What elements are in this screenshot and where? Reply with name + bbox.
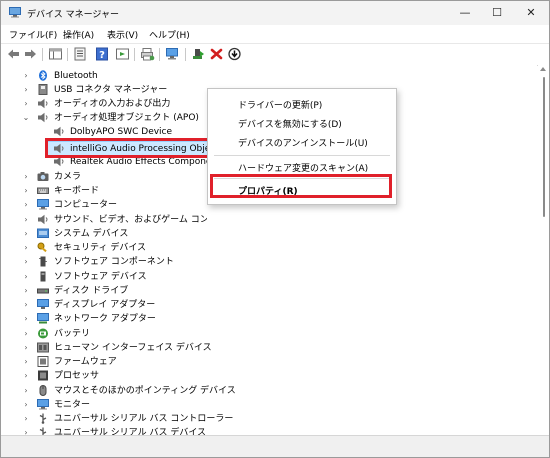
scrollbar-thumb[interactable] [543, 77, 545, 217]
properties-icon[interactable] [73, 47, 88, 61]
toolbar: ? [1, 43, 549, 66]
network-adapter-icon [37, 313, 49, 324]
add-driver-icon[interactable] [191, 47, 206, 61]
status-bar [1, 435, 549, 457]
mouse-icon [39, 385, 47, 396]
software-component-icon [39, 256, 47, 267]
computer-icon [37, 199, 49, 210]
security-key-icon [37, 242, 47, 253]
software-device-icon [40, 271, 46, 282]
scan-hardware-icon[interactable] [165, 47, 180, 61]
menu-file[interactable]: ファイル(F) [9, 28, 57, 41]
svg-text:?: ? [99, 50, 105, 61]
tree-node-processors[interactable]: › プロセッサ [1, 368, 537, 384]
chevron-right-icon[interactable]: › [21, 311, 31, 327]
tree-node-label: ソフトウェア コンポーネント [54, 257, 174, 267]
context-menu-separator [214, 155, 390, 156]
chevron-right-icon[interactable]: › [21, 425, 31, 435]
toolbar-separator [185, 48, 186, 61]
tree-node-network-adapters[interactable]: › ネットワーク アダプター [1, 311, 537, 327]
show-tree-icon[interactable] [48, 47, 63, 61]
toolbar-separator [159, 48, 160, 61]
tree-node-label: ネットワーク アダプター [54, 314, 156, 324]
processor-icon [38, 370, 48, 381]
context-menu-update-driver[interactable]: ドライバーの更新(P) [238, 98, 322, 111]
toolbar-separator [67, 48, 68, 61]
monitor-icon [37, 399, 49, 410]
maximize-button[interactable]: ☐ [481, 1, 513, 25]
window-title: デバイス マネージャー [27, 10, 119, 20]
firmware-icon [37, 356, 49, 367]
sound-icon [38, 214, 48, 225]
camera-icon [37, 172, 49, 181]
context-menu-scan-hardware[interactable]: ハードウェア変更のスキャン(A) [238, 161, 368, 174]
usb-controller-icon [39, 413, 47, 424]
update-driver-icon[interactable] [227, 47, 242, 61]
tree-node-software-components[interactable]: › ソフトウェア コンポーネント [1, 254, 207, 270]
keyboard-icon [37, 187, 49, 194]
speaker-icon [38, 98, 48, 109]
speaker-icon [54, 126, 64, 137]
chevron-right-icon[interactable]: › [21, 368, 31, 384]
maximize-icon: ☐ [492, 6, 502, 19]
view-icon[interactable] [115, 47, 130, 61]
menu-action[interactable]: 操作(A) [63, 28, 94, 41]
vertical-scrollbar[interactable] [538, 65, 549, 435]
usb-connector-icon [38, 84, 48, 95]
menu-help[interactable]: ヘルプ(H) [149, 28, 190, 41]
close-icon: ✕ [526, 6, 536, 19]
battery-icon [38, 328, 48, 339]
context-menu-uninstall-device[interactable]: デバイスのアンインストール(U) [238, 136, 368, 149]
scroll-up-icon[interactable] [540, 67, 546, 71]
highlight-box-selected-device [45, 138, 215, 158]
toolbar-separator [134, 48, 135, 61]
chevron-right-icon[interactable]: › [21, 254, 31, 270]
close-button[interactable]: ✕ [515, 1, 547, 25]
minimize-icon: — [459, 6, 471, 19]
system-device-icon [37, 228, 49, 238]
context-menu-disable-device[interactable]: デバイスを無効にする(D) [238, 117, 342, 130]
forward-icon[interactable] [23, 47, 38, 61]
display-adapter-icon [37, 299, 49, 309]
title-bar[interactable]: デバイス マネージャー — ☐ ✕ [1, 1, 549, 25]
disk-drive-icon [37, 288, 49, 294]
bluetooth-icon [39, 70, 47, 81]
menu-bar: ファイル(F) 操作(A) 表示(V) ヘルプ(H) [1, 25, 549, 43]
help-icon[interactable]: ? [95, 47, 110, 61]
device-manager-app-icon [9, 7, 21, 18]
tree-node-label: コンピューター [54, 200, 118, 210]
tree-node-computer[interactable]: › コンピューター [1, 197, 207, 213]
tree-node-usb-devices[interactable]: › ユニバーサル シリアル バス デバイス [1, 425, 537, 435]
chevron-right-icon[interactable]: › [21, 197, 31, 213]
device-manager-window: デバイス マネージャー — ☐ ✕ ファイル(F) 操作(A) 表示(V) ヘル… [0, 0, 550, 458]
tree-node-label: プロセッサ [54, 371, 100, 381]
context-menu: ドライバーの更新(P) デバイスを無効にする(D) デバイスのアンインストール(… [207, 88, 397, 205]
hid-icon [37, 342, 49, 353]
print-icon[interactable] [140, 47, 155, 61]
menu-view[interactable]: 表示(V) [107, 28, 138, 41]
toolbar-separator [42, 48, 43, 61]
speaker-icon [38, 112, 48, 123]
minimize-button[interactable]: — [449, 1, 481, 25]
tree-node-label: ユニバーサル シリアル バス デバイス [54, 428, 207, 435]
uninstall-icon[interactable] [209, 47, 224, 61]
back-icon[interactable] [6, 47, 21, 61]
usb-device-icon [39, 427, 47, 435]
highlight-box-properties [210, 174, 392, 198]
